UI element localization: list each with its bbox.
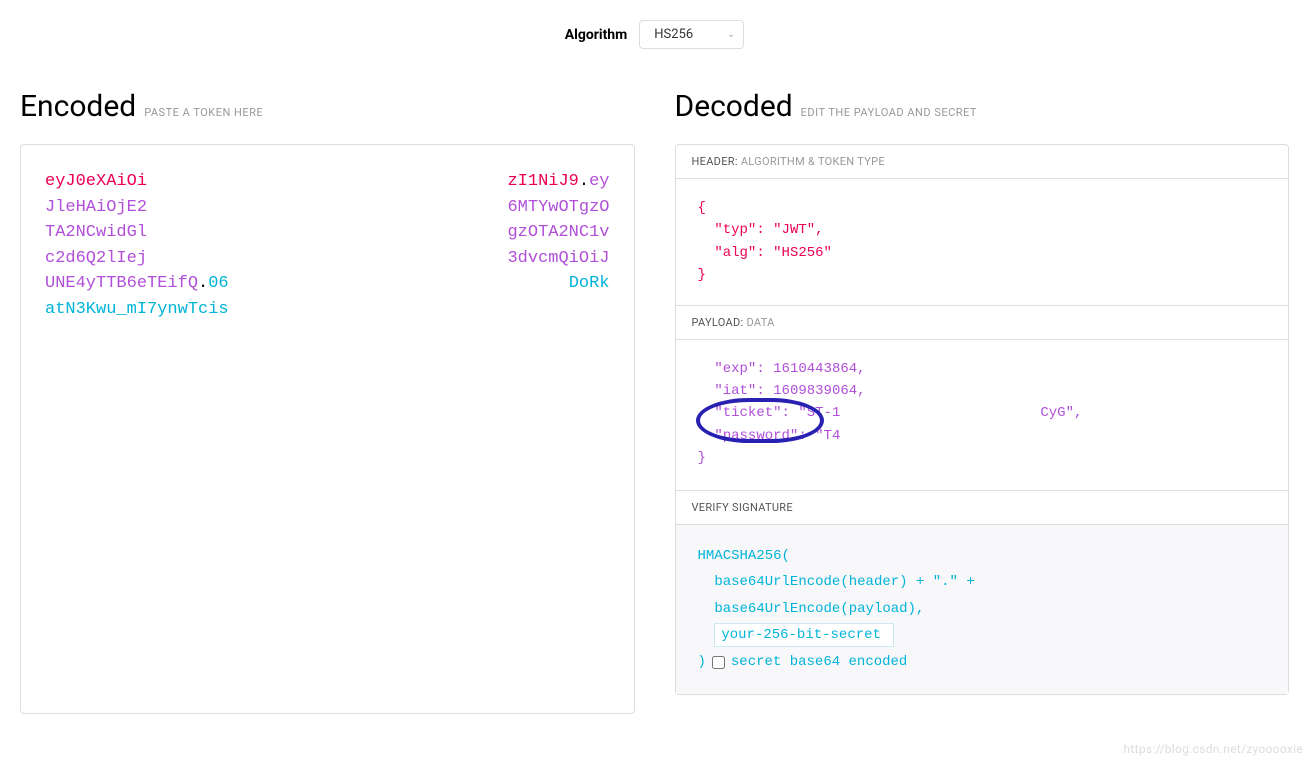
secret-input[interactable] <box>714 623 894 647</box>
payload-section-title: PAYLOAD: DATA <box>676 305 1289 340</box>
json-val: 1610443864 <box>773 361 857 377</box>
token-dot: . <box>579 172 589 191</box>
json-brace: { <box>698 197 1267 219</box>
sig-fn: HMACSHA256( <box>698 543 1267 570</box>
token-part: atN3Kwu_mI7ynwTcis <box>45 300 229 319</box>
json-val: 1609839064 <box>773 383 857 399</box>
header-json[interactable]: { "typ": "JWT", "alg": "HS256" } <box>676 179 1289 305</box>
json-key: "alg" <box>714 245 756 261</box>
algorithm-label: Algorithm <box>565 27 628 43</box>
token-part: DoRk <box>569 271 610 297</box>
secret-base64-label: secret base64 encoded <box>731 649 907 676</box>
json-val: "JWT" <box>773 222 815 238</box>
payload-label: PAYLOAD: <box>692 316 744 329</box>
signature-section-title: VERIFY SIGNATURE <box>676 490 1289 525</box>
json-brace: } <box>698 447 1267 469</box>
decoded-header: Decoded EDIT THE PAYLOAD AND SECRET <box>675 89 1290 124</box>
encoded-column: Encoded PASTE A TOKEN HERE eyJ0eXAiOi zI… <box>20 89 635 714</box>
token-part: 06 <box>208 274 228 293</box>
sig-close: ) <box>698 649 706 676</box>
json-val: "T4 <box>815 428 840 444</box>
chevron-down-icon: ⌄ <box>727 29 735 40</box>
encoded-header: Encoded PASTE A TOKEN HERE <box>20 89 635 124</box>
json-brace: } <box>698 264 1267 286</box>
sig-line: base64UrlEncode(header) + "." + <box>714 574 974 590</box>
token-part: 6MTYwOTgzO <box>507 195 609 221</box>
algorithm-value: HS256 <box>654 27 693 42</box>
secret-base64-checkbox[interactable] <box>712 656 725 669</box>
main-columns: Encoded PASTE A TOKEN HERE eyJ0eXAiOi zI… <box>20 89 1289 714</box>
token-part: zI1NiJ9 <box>507 172 578 191</box>
sig-line: base64UrlEncode(payload), <box>714 601 924 617</box>
payload-json[interactable]: "exp": 1610443864, "iat": 1609839064, "t… <box>676 340 1289 490</box>
header-sub: ALGORITHM & TOKEN TYPE <box>741 155 885 168</box>
token-part: c2d6Q2lIej <box>45 246 147 272</box>
payload-sub: DATA <box>747 316 775 329</box>
json-key: "exp" <box>714 361 756 377</box>
decoded-column: Decoded EDIT THE PAYLOAD AND SECRET HEAD… <box>675 89 1290 714</box>
token-part: TA2NCwidGl <box>45 220 147 246</box>
json-val: CyG" <box>1040 405 1074 421</box>
token-part: UNE4yTTB6eTEifQ <box>45 274 198 293</box>
header-section-title: HEADER: ALGORITHM & TOKEN TYPE <box>676 145 1289 179</box>
watermark: https://blog.csdn.net/zyooooxie <box>1123 742 1303 756</box>
token-part: eyJ0eXAiOi <box>45 172 147 191</box>
encoded-textarea[interactable]: eyJ0eXAiOi zI1NiJ9.ey JleHAiOjE2 6MTYwOT… <box>20 144 635 714</box>
signature-body: HMACSHA256( base64UrlEncode(header) + ".… <box>676 525 1289 694</box>
token-part: ey <box>589 172 609 191</box>
token-part: JleHAiOjE2 <box>45 195 147 221</box>
header-label: HEADER: <box>692 155 738 168</box>
token-part: 3dvcmQiOiJ <box>507 246 609 272</box>
algorithm-select[interactable]: HS256 ⌄ <box>639 20 744 49</box>
json-val: "HS256" <box>773 245 832 261</box>
json-key: "iat" <box>714 383 756 399</box>
token-part: gzOTA2NC1v <box>507 220 609 246</box>
algorithm-row: Algorithm HS256 ⌄ <box>20 20 1289 49</box>
encoded-title: Encoded <box>20 89 136 124</box>
decoded-title: Decoded <box>675 89 793 124</box>
token-dot: . <box>198 274 208 293</box>
encoded-subtitle: PASTE A TOKEN HERE <box>144 106 263 119</box>
decoded-subtitle: EDIT THE PAYLOAD AND SECRET <box>801 106 977 119</box>
json-key: "password" <box>714 428 798 444</box>
decoded-box: HEADER: ALGORITHM & TOKEN TYPE { "typ": … <box>675 144 1290 695</box>
json-key: "typ" <box>714 222 756 238</box>
signature-label: VERIFY SIGNATURE <box>692 501 793 514</box>
json-key: "ticket" <box>714 405 781 421</box>
json-val: "ST-1 <box>798 405 840 421</box>
